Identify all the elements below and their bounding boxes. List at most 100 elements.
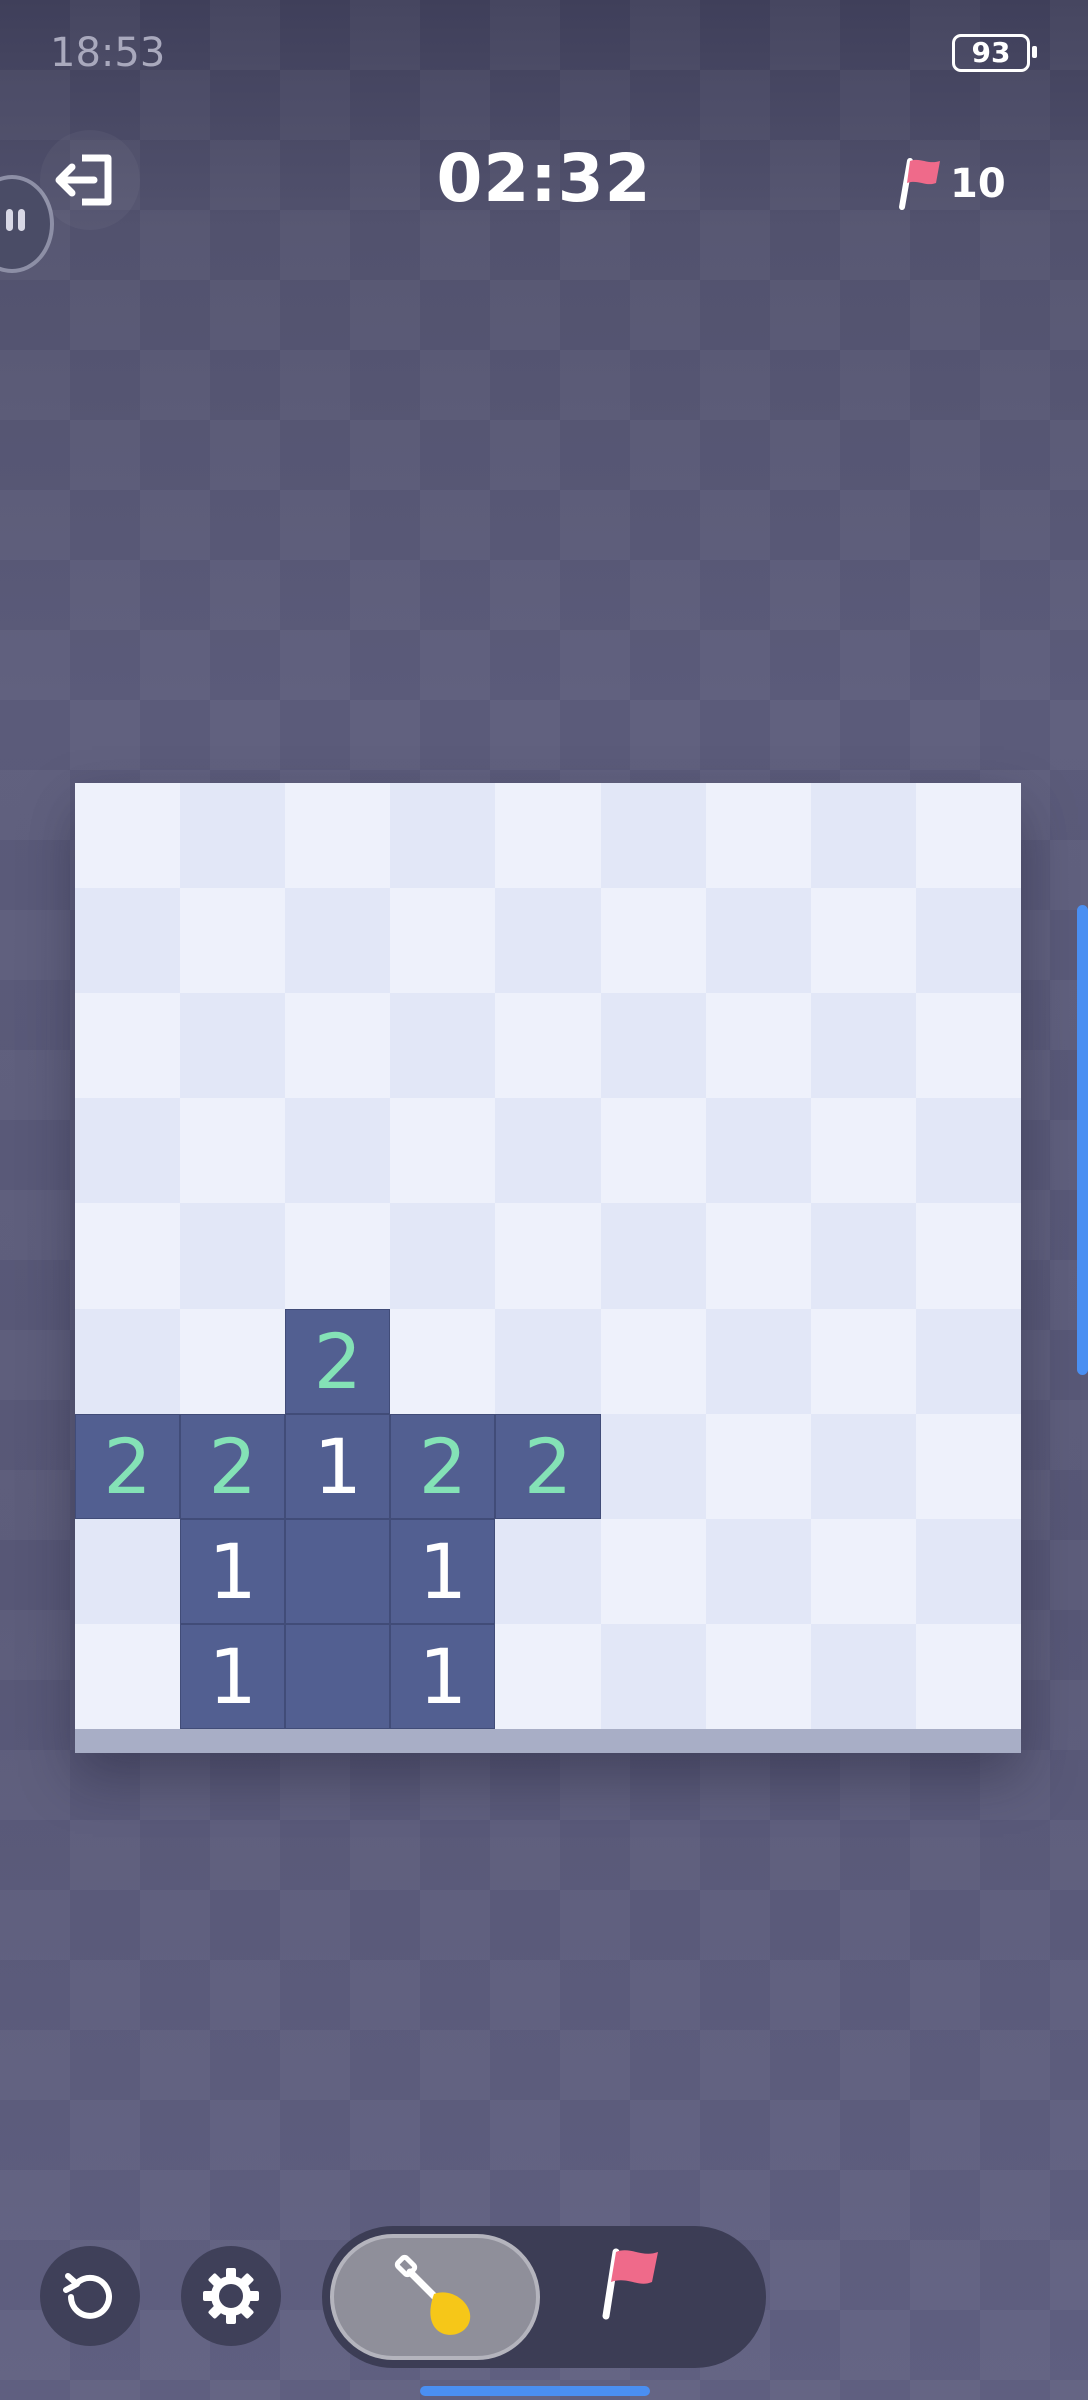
revealed-cell[interactable]: 2 — [285, 1308, 391, 1414]
hidden-cell[interactable] — [495, 1518, 601, 1624]
revealed-cell[interactable]: 1 — [285, 1413, 391, 1519]
hidden-cell[interactable] — [810, 993, 916, 1099]
dig-mode-button[interactable] — [330, 2234, 540, 2360]
hidden-cell[interactable] — [390, 1308, 496, 1414]
hidden-cell[interactable] — [495, 993, 601, 1099]
cell-number: 1 — [208, 1631, 257, 1721]
hidden-cell[interactable] — [75, 1098, 181, 1204]
hidden-cell[interactable] — [705, 1203, 811, 1309]
hidden-cell[interactable] — [285, 888, 391, 994]
hidden-cell[interactable] — [600, 1308, 706, 1414]
revealed-cell[interactable]: 1 — [180, 1623, 286, 1729]
bubble-mark-left — [6, 209, 13, 231]
hidden-cell[interactable] — [285, 1203, 391, 1309]
hidden-cell[interactable] — [75, 1308, 181, 1414]
hidden-cell[interactable] — [495, 1623, 601, 1729]
battery-tip — [1032, 46, 1037, 58]
hidden-cell[interactable] — [915, 1623, 1021, 1729]
hidden-cell[interactable] — [495, 1203, 601, 1309]
hidden-cell[interactable] — [810, 1623, 916, 1729]
hidden-cell[interactable] — [285, 783, 391, 889]
hidden-cell[interactable] — [600, 1098, 706, 1204]
hidden-cell[interactable] — [285, 1098, 391, 1204]
hidden-cell[interactable] — [705, 1098, 811, 1204]
cell-number: 1 — [418, 1631, 468, 1721]
hidden-cell[interactable] — [75, 783, 181, 889]
status-bar: 18:53 93 — [0, 0, 1088, 110]
hidden-cell[interactable] — [75, 1203, 181, 1309]
hidden-cell[interactable] — [810, 1203, 916, 1309]
hidden-cell[interactable] — [705, 1413, 811, 1519]
hidden-cell[interactable] — [915, 1203, 1021, 1309]
hidden-cell[interactable] — [180, 1098, 286, 1204]
hidden-cell[interactable] — [915, 888, 1021, 994]
revealed-cell[interactable]: 2 — [75, 1413, 181, 1519]
revealed-cell[interactable]: 1 — [390, 1518, 496, 1624]
revealed-cell[interactable]: 2 — [390, 1413, 496, 1519]
hidden-cell[interactable] — [495, 783, 601, 889]
hidden-cell[interactable] — [495, 888, 601, 994]
hidden-cell[interactable] — [810, 1308, 916, 1414]
settings-button[interactable] — [181, 2246, 281, 2346]
hidden-cell[interactable] — [180, 783, 286, 889]
cell-number: 1 — [418, 1526, 468, 1616]
revealed-cell[interactable]: 1 — [390, 1623, 496, 1729]
revealed-cell[interactable]: 2 — [495, 1413, 601, 1519]
hidden-cell[interactable] — [390, 1098, 496, 1204]
hidden-cell[interactable] — [600, 1413, 706, 1519]
hidden-cell[interactable] — [75, 888, 181, 994]
revealed-cell[interactable] — [285, 1623, 391, 1729]
hidden-cell[interactable] — [705, 1518, 811, 1624]
hidden-cell[interactable] — [285, 993, 391, 1099]
cell-number: 1 — [313, 1421, 362, 1511]
hidden-cell[interactable] — [75, 1518, 181, 1624]
flag-icon — [602, 2248, 658, 2320]
hidden-cell[interactable] — [810, 783, 916, 889]
revealed-cell[interactable]: 2 — [180, 1413, 286, 1519]
hidden-cell[interactable] — [390, 888, 496, 994]
hidden-cell[interactable] — [495, 1308, 601, 1414]
hidden-cell[interactable] — [600, 1623, 706, 1729]
hidden-cell[interactable] — [390, 783, 496, 889]
game-timer: 02:32 — [436, 140, 652, 217]
hidden-cell[interactable] — [915, 1308, 1021, 1414]
hidden-cell[interactable] — [600, 888, 706, 994]
hidden-cell[interactable] — [810, 888, 916, 994]
hidden-cell[interactable] — [810, 1098, 916, 1204]
hidden-cell[interactable] — [495, 1098, 601, 1204]
cell-number: 2 — [418, 1421, 468, 1511]
hidden-cell[interactable] — [810, 1413, 916, 1519]
hidden-cell[interactable] — [390, 1203, 496, 1309]
mode-toggle — [322, 2226, 766, 2368]
hidden-cell[interactable] — [915, 1518, 1021, 1624]
home-indicator[interactable] — [420, 2386, 650, 2396]
hidden-cell[interactable] — [600, 783, 706, 889]
hidden-cell[interactable] — [180, 1203, 286, 1309]
exit-button[interactable] — [40, 130, 140, 230]
hidden-cell[interactable] — [705, 993, 811, 1099]
hidden-cell[interactable] — [600, 1518, 706, 1624]
flags-remaining: 10 — [950, 161, 1006, 207]
hidden-cell[interactable] — [915, 783, 1021, 889]
flag-mode-button[interactable] — [588, 2242, 698, 2352]
hidden-cell[interactable] — [705, 1308, 811, 1414]
restart-button[interactable] — [40, 2246, 140, 2346]
hidden-cell[interactable] — [705, 1623, 811, 1729]
revealed-cell[interactable]: 1 — [180, 1518, 286, 1624]
edge-scroll-indicator — [1077, 905, 1088, 1375]
hidden-cell[interactable] — [75, 1623, 181, 1729]
hidden-cell[interactable] — [180, 888, 286, 994]
hidden-cell[interactable] — [810, 1518, 916, 1624]
hidden-cell[interactable] — [600, 993, 706, 1099]
hidden-cell[interactable] — [705, 783, 811, 889]
hidden-cell[interactable] — [75, 993, 181, 1099]
hidden-cell[interactable] — [705, 888, 811, 994]
hidden-cell[interactable] — [915, 1098, 1021, 1204]
revealed-cell[interactable] — [285, 1518, 391, 1624]
hidden-cell[interactable] — [915, 1413, 1021, 1519]
hidden-cell[interactable] — [180, 1308, 286, 1414]
hidden-cell[interactable] — [390, 993, 496, 1099]
hidden-cell[interactable] — [915, 993, 1021, 1099]
hidden-cell[interactable] — [180, 993, 286, 1099]
hidden-cell[interactable] — [600, 1203, 706, 1309]
